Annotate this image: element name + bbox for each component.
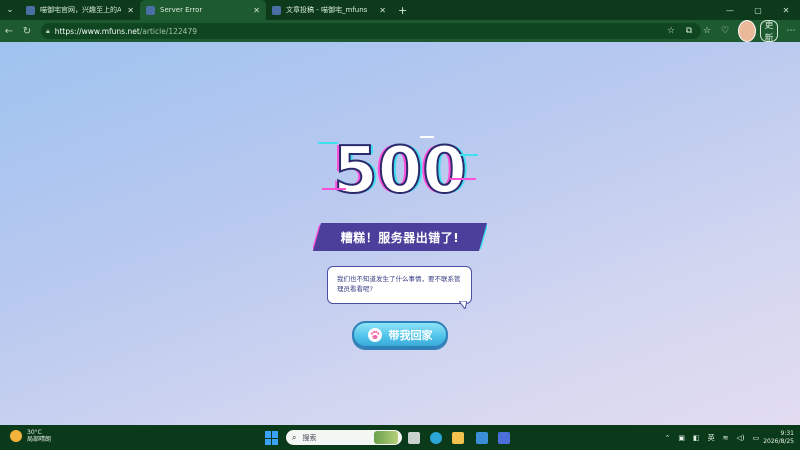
tray-app-icon[interactable]: ◧: [693, 434, 700, 442]
update-button[interactable]: 更新: [760, 20, 778, 44]
volume-icon[interactable]: ◁): [736, 434, 744, 442]
back-icon[interactable]: ←: [0, 20, 18, 42]
taskbar: 30°C 局部晴朗 ⌕ 搜索 ⌃ ▣ ◧ 英 ≋ ◁) ▭ 9:31 2026/…: [0, 425, 800, 450]
error-banner: 糟糕！服务器出错了!: [340, 230, 460, 245]
show-hidden-icons-icon[interactable]: ⌃: [664, 434, 670, 442]
toolbar-right: ☆ ⧉ ☆ ♡ 更新 ⋯: [662, 20, 800, 44]
partly-sunny-icon: [10, 430, 22, 442]
speech-bubble: 我们也不知道发生了什么事情，要不联系管理员看看呢?: [327, 266, 472, 304]
store-icon[interactable]: [476, 432, 488, 444]
search-placeholder: 搜索: [302, 433, 317, 442]
error-page: 500 500 500 糟糕！服务器出错了! 我们也不知道发生了什么事情，要不联…: [0, 42, 800, 425]
favorites-star-icon[interactable]: ☆: [662, 20, 680, 42]
glitch-line: [360, 168, 370, 170]
ime-indicator[interactable]: 英: [708, 433, 715, 443]
address-toolbar: ← ↻ 🔒︎ https://www.mfuns.net/article/122…: [0, 20, 800, 44]
taskbar-search[interactable]: ⌕ 搜索: [286, 430, 402, 445]
system-tray: ⌃ ▣ ◧ 英 ≋ ◁) ▭ 9:31 2026/8/25: [660, 425, 800, 450]
clock-date: 2026/8/25: [763, 437, 794, 445]
lock-icon[interactable]: 🔒︎: [46, 27, 50, 36]
weather-desc: 局部晴朗: [27, 436, 52, 443]
tab-actions-menu-icon[interactable]: ⌄: [0, 0, 20, 20]
tab-article-submit[interactable]: 文章投稿 - 喵御宅_mfuns ✕: [266, 0, 392, 20]
more-menu-icon[interactable]: ⋯: [782, 20, 800, 42]
window-controls: — ▢ ✕: [716, 0, 800, 20]
search-icon: ⌕: [292, 432, 297, 442]
take-me-home-button[interactable]: 带我回家: [352, 321, 448, 348]
collections-icon[interactable]: ☆: [698, 20, 716, 42]
close-window-icon[interactable]: ✕: [772, 0, 800, 20]
edge-browser-icon[interactable]: [430, 432, 442, 444]
search-highlight-image: [374, 431, 398, 444]
battery-icon[interactable]: ▭: [753, 434, 760, 442]
site-favicon-icon: [26, 5, 35, 15]
tab-title: Server Error: [160, 6, 203, 14]
new-tab-icon[interactable]: +: [398, 4, 407, 17]
site-favicon-icon: [146, 5, 155, 15]
extensions-icon[interactable]: ⧉: [680, 20, 698, 42]
settings-icon[interactable]: [498, 432, 510, 444]
site-favicon-icon: [272, 5, 281, 15]
take-me-home-label: 带我回家: [388, 328, 433, 342]
glitch-line: [450, 178, 476, 180]
tab-strip: ⌄ 喵御宅官网，兴趣至上的ACGN社 ✕ Server Error ✕ 文章投稿…: [0, 0, 800, 20]
glitch-line: [322, 188, 346, 190]
minimize-icon[interactable]: —: [716, 0, 744, 20]
close-tab-icon[interactable]: ✕: [253, 6, 260, 15]
url-host: https://www.mfuns.net: [54, 26, 140, 36]
error-code-graphic: 500 500 500: [318, 133, 478, 208]
clock-time: 9:31: [780, 429, 794, 437]
tab-title: 喵御宅官网，兴趣至上的ACGN社: [40, 6, 122, 14]
profile-avatar[interactable]: [738, 20, 756, 42]
speech-bubble-tail: [459, 301, 467, 309]
file-explorer-icon[interactable]: [452, 432, 464, 444]
url-path: /article/122479: [139, 26, 197, 36]
task-view-icon[interactable]: [408, 432, 420, 444]
maximize-icon[interactable]: ▢: [744, 0, 772, 20]
tab-server-error[interactable]: Server Error ✕: [140, 0, 266, 20]
tray-app-icon[interactable]: ▣: [678, 434, 685, 442]
clock[interactable]: 9:31 2026/8/25: [763, 430, 794, 446]
weather-temp: 30°C: [27, 429, 42, 436]
paw-icon: [367, 327, 382, 342]
glitch-line: [460, 154, 478, 156]
weather-widget[interactable]: 30°C 局部晴朗: [10, 429, 51, 443]
close-tab-icon[interactable]: ✕: [379, 6, 386, 15]
tab-mfuns-home[interactable]: 喵御宅官网，兴趣至上的ACGN社 ✕: [20, 0, 140, 20]
start-button[interactable]: [265, 431, 279, 445]
browser-essentials-icon[interactable]: ♡: [716, 20, 734, 42]
address-bar[interactable]: 🔒︎ https://www.mfuns.net/article/122479: [41, 23, 701, 39]
error-code: 500: [333, 134, 467, 208]
refresh-icon[interactable]: ↻: [18, 20, 36, 42]
tab-title: 文章投稿 - 喵御宅_mfuns: [286, 6, 368, 14]
wifi-icon[interactable]: ≋: [723, 434, 729, 442]
close-tab-icon[interactable]: ✕: [127, 6, 134, 15]
glitch-line: [420, 136, 434, 138]
glitch-line: [318, 142, 338, 144]
